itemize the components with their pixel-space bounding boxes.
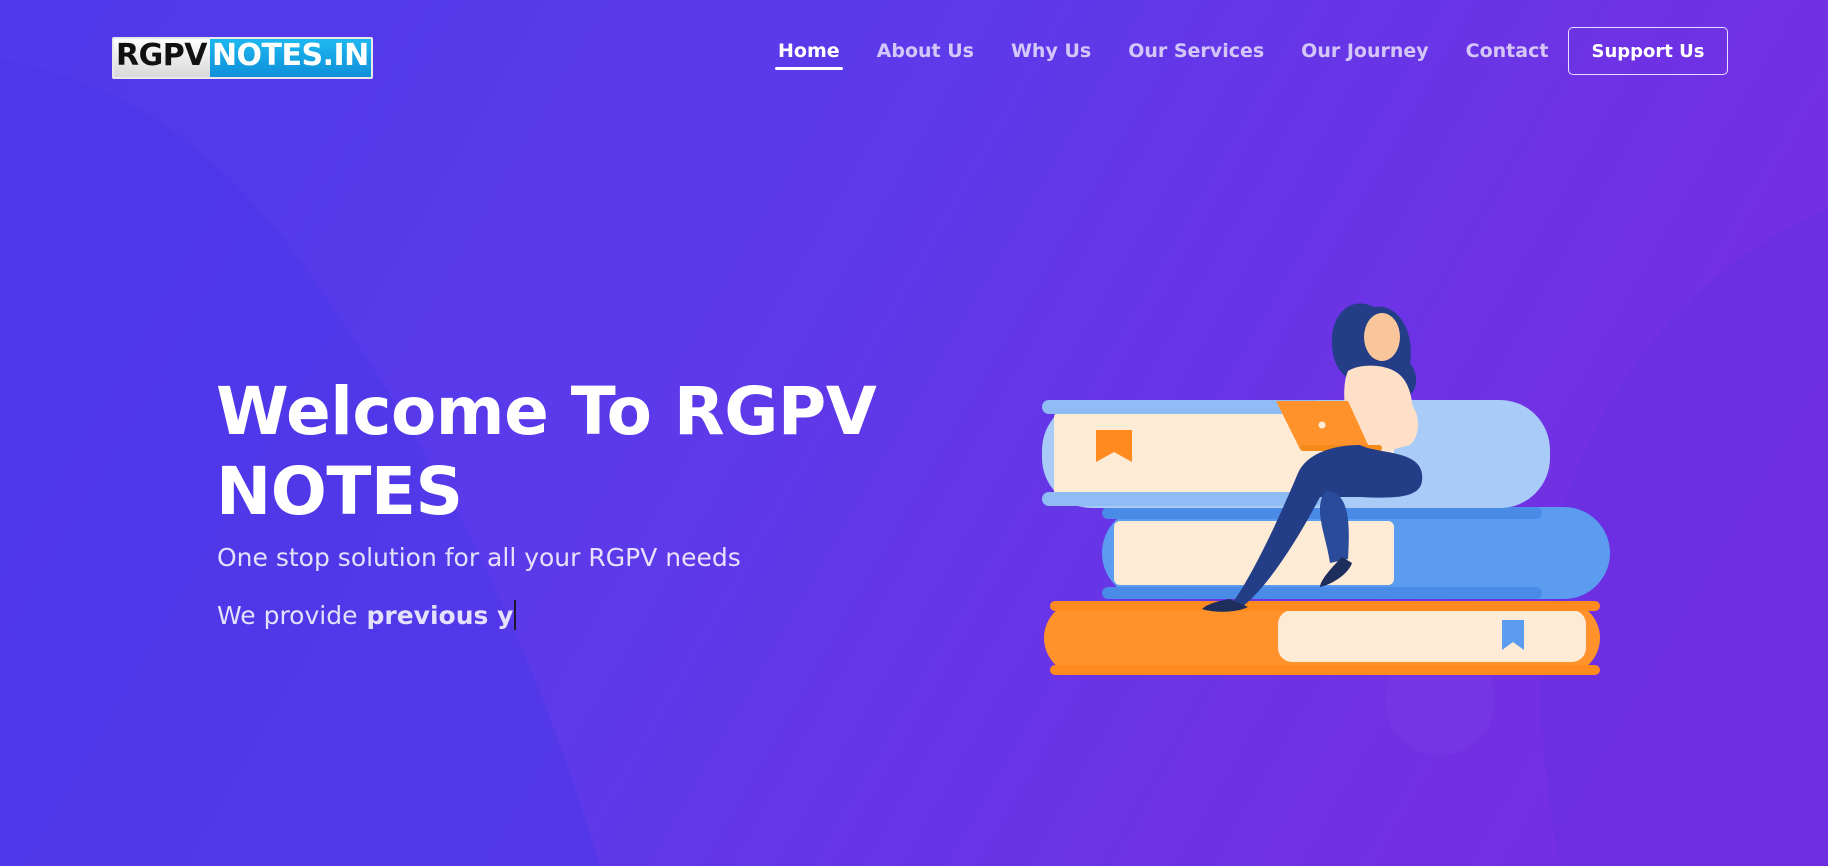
nav-our-journey[interactable]: Our Journey: [1301, 38, 1428, 70]
typed-prefix: We provide: [217, 600, 358, 630]
nav-why-us[interactable]: Why Us: [1011, 38, 1091, 70]
woman-reading-on-books-illustration: [1042, 303, 1610, 675]
hero-title-line2: NOTES: [216, 453, 463, 530]
nav-contact[interactable]: Contact: [1466, 38, 1549, 70]
typing-cursor: [514, 600, 517, 630]
main-nav: Home About Us Why Us Our Services Our Jo…: [775, 38, 1585, 70]
hero-title: Welcome To RGPV NOTES: [216, 372, 936, 532]
typed-text: previous y: [366, 600, 514, 630]
orange-book: [1044, 601, 1600, 675]
site-logo[interactable]: RGPV NOTES.IN: [112, 37, 373, 79]
nav-our-services[interactable]: Our Services: [1128, 38, 1264, 70]
site-header: RGPV NOTES.IN Home About Us Why Us Our S…: [0, 0, 1828, 104]
blue-book: [1102, 507, 1610, 599]
hero-title-line1: Welcome To RGPV: [216, 373, 877, 450]
hero-typed-line: We provide previous y: [217, 600, 517, 630]
logo-text-rgpv: RGPV: [114, 39, 210, 77]
nav-about-us[interactable]: About Us: [877, 38, 974, 70]
nav-home[interactable]: Home: [775, 38, 843, 70]
page: RGPV NOTES.IN Home About Us Why Us Our S…: [0, 0, 1828, 866]
support-us-button[interactable]: Support Us: [1568, 27, 1728, 75]
hero-subtitle: One stop solution for all your RGPV need…: [217, 543, 741, 572]
logo-text-notes: NOTES.IN: [209, 39, 371, 77]
